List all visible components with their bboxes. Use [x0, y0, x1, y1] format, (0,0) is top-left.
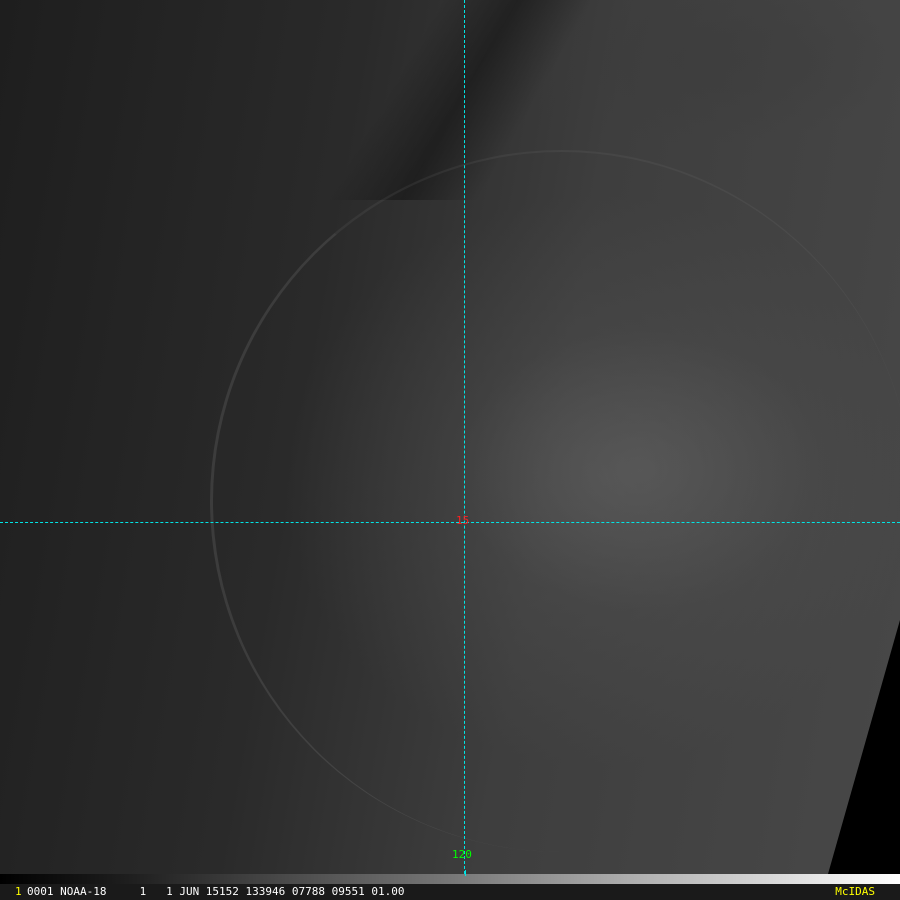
- color-bar: [0, 874, 900, 884]
- latitude-label: 15: [456, 514, 470, 527]
- latitude-grid-line: [0, 522, 900, 523]
- frame-number: 1: [15, 885, 22, 898]
- longitude-label: 120: [452, 848, 472, 861]
- satellite-viewer: 15 120 1 0001 NOAA-18 1 1 JUN 15152 1339…: [0, 0, 900, 900]
- storm-spiral: [210, 150, 900, 852]
- longitude-grid-line: [464, 0, 465, 874]
- color-bar-marker: [465, 870, 466, 876]
- info-bar: 1 0001 NOAA-18 1 1 JUN 15152 133946 0778…: [0, 884, 900, 900]
- image-metadata: 0001 NOAA-18 1 1 JUN 15152 133946 07788 …: [27, 885, 405, 898]
- mcidas-brand: McIDAS: [835, 885, 875, 898]
